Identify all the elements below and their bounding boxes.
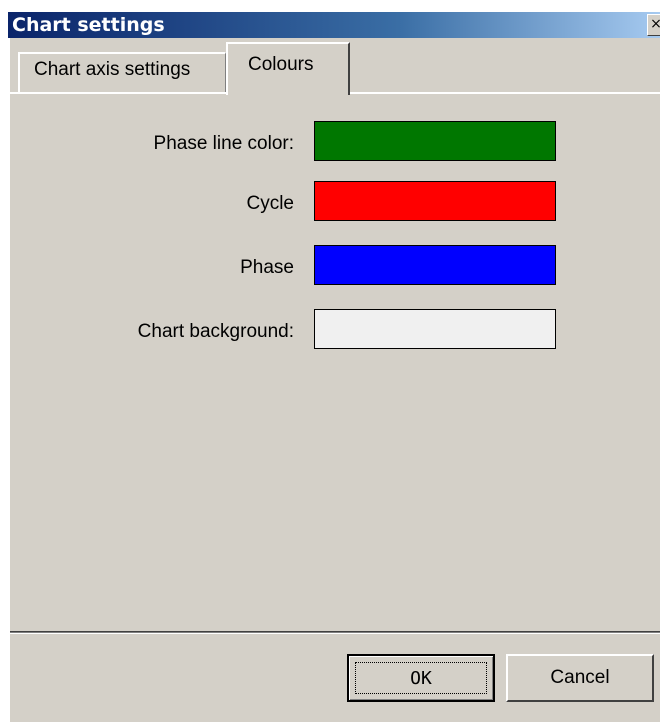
title-bar[interactable]: Chart settings × xyxy=(8,12,660,38)
phase-color-label: Phase xyxy=(240,257,294,278)
phase-line-color-swatch[interactable] xyxy=(314,121,556,161)
ok-button[interactable]: OK xyxy=(347,654,495,702)
tab-colours[interactable]: Colours xyxy=(226,42,350,95)
colours-panel: Phase line color: Cycle Phase Chart back… xyxy=(10,92,660,632)
phase-color-swatch[interactable] xyxy=(314,245,556,285)
window-title: Chart settings xyxy=(12,14,165,36)
tab-chart-axis-settings[interactable]: Chart axis settings xyxy=(18,52,226,92)
window-top-edge xyxy=(0,0,660,12)
ok-button-label: OK xyxy=(355,662,487,694)
phase-line-color-label: Phase line color: xyxy=(153,133,294,154)
cancel-button[interactable]: Cancel xyxy=(506,654,654,702)
window-left-edge xyxy=(0,0,8,722)
chart-background-color-label: Chart background: xyxy=(137,321,294,342)
cycle-color-swatch[interactable] xyxy=(314,181,556,221)
close-icon[interactable]: × xyxy=(647,14,660,36)
cycle-color-label: Cycle xyxy=(246,193,294,214)
chart-background-color-swatch[interactable] xyxy=(314,309,556,349)
chart-settings-dialog: Chart settings × Chart axis settings Col… xyxy=(0,0,660,722)
button-area-divider xyxy=(10,631,660,634)
